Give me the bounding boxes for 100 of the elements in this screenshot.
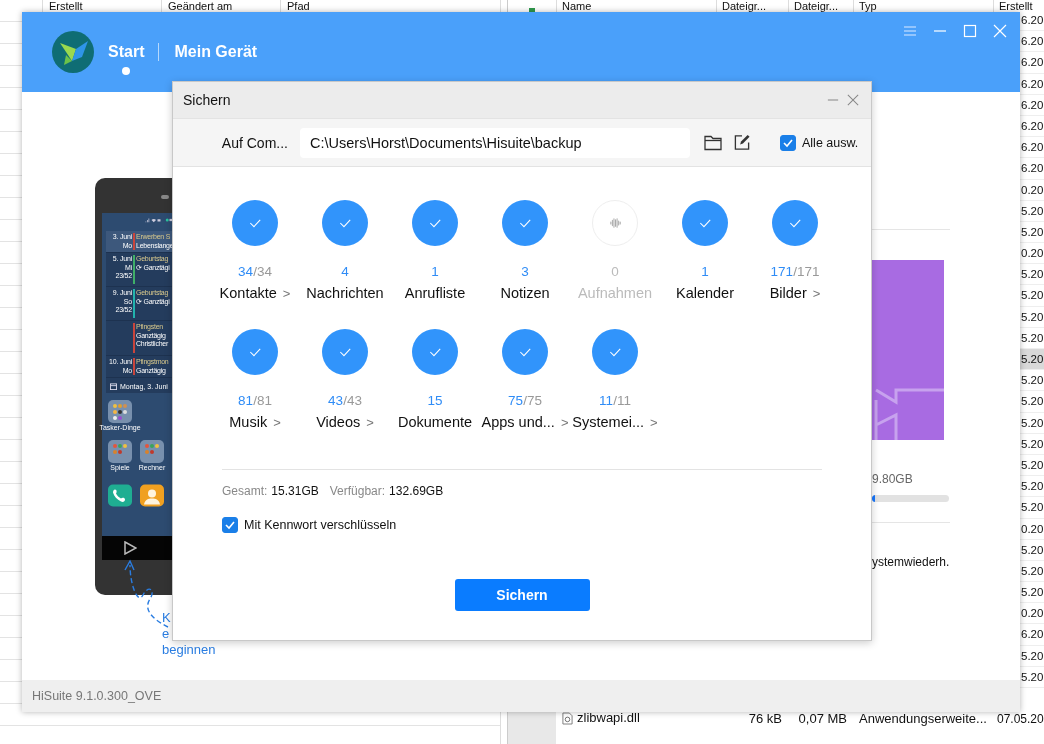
item-count: 1	[701, 264, 709, 280]
item-count: 4	[341, 264, 349, 280]
item-count: 81/81	[238, 393, 272, 409]
column-header: Geändert am	[168, 0, 233, 12]
category-toggle[interactable]	[682, 200, 728, 246]
logo-icon	[52, 31, 94, 73]
category-label: Kontakte	[219, 284, 277, 302]
category-label: Kalender	[675, 284, 734, 302]
column-header: Erstellt	[49, 0, 83, 12]
table-cell: 5.20	[1021, 225, 1044, 238]
chevron-link[interactable]: >	[650, 415, 658, 430]
table-cell: 6.20	[1021, 119, 1044, 132]
category-toggle[interactable]	[322, 329, 368, 375]
table-cell: 6.20	[1021, 56, 1044, 69]
table-cell: 5.20	[1021, 289, 1044, 302]
table-cell: 5.20	[1021, 204, 1044, 217]
total-label: Gesamt:	[222, 484, 268, 498]
table-cell: 5.20	[1021, 458, 1044, 471]
category-toggle[interactable]	[502, 200, 548, 246]
table-cell: 6.20	[1021, 98, 1044, 111]
path-field[interactable]: C:\Users\Horst\Documents\Hisuite\backup	[300, 127, 690, 158]
backup-button[interactable]: Sichern	[454, 579, 590, 611]
table-cell: 5.20	[1021, 416, 1044, 429]
folder-icon[interactable]	[704, 134, 722, 151]
item-count: 1	[431, 264, 439, 280]
table-cell: 5.20	[1021, 670, 1044, 683]
close-icon[interactable]	[847, 94, 859, 106]
column-header[interactable]: Typ	[859, 0, 877, 12]
chevron-link[interactable]: >	[812, 286, 821, 301]
column-header[interactable]: Name	[562, 0, 592, 12]
edit-icon[interactable]	[733, 134, 751, 151]
backup-item: ystemwiederh.	[872, 555, 950, 569]
category-label: Musik	[229, 413, 268, 431]
item-count: 15	[427, 393, 443, 409]
category-toggle[interactable]	[232, 200, 278, 246]
file-icon	[562, 711, 573, 725]
path-label: Auf Com...	[220, 134, 288, 151]
category-toggle[interactable]	[592, 329, 638, 375]
storage-amount: 9.80GB	[872, 472, 913, 486]
category-toggle[interactable]	[772, 200, 818, 246]
category-label: Apps und...	[481, 413, 555, 431]
table-cell: 6.20	[1021, 628, 1044, 641]
table-cell: 5.20	[1021, 480, 1044, 493]
table-cell: 5.20	[1021, 543, 1044, 556]
dialog-title: Sichern	[183, 92, 231, 108]
encrypt-checkbox[interactable]: Mit Kennwort verschlüsseln	[222, 517, 397, 533]
free-value: 132.69GB	[389, 484, 444, 498]
item-count: 43/43	[328, 393, 362, 409]
table-cell: 5.20	[1021, 586, 1044, 599]
column-header[interactable]: Dateigr...	[794, 0, 839, 12]
table-cell: 5.20	[1021, 649, 1044, 662]
hint-text: beginnen	[162, 642, 216, 658]
table-cell: 6.20	[1021, 77, 1044, 90]
table-cell: 5.20	[1021, 437, 1044, 450]
table-cell: 5.20	[1021, 310, 1044, 323]
hint-text: e	[162, 626, 170, 642]
category-toggle[interactable]	[412, 329, 458, 375]
maximize-icon[interactable]	[963, 24, 977, 38]
table-cell: Anwendungserweite...	[859, 711, 987, 726]
category-toggle[interactable]	[232, 329, 278, 375]
table-cell: 5.20	[1021, 353, 1044, 365]
table-cell: 5.20	[1021, 395, 1044, 408]
category-label: Systemei...	[572, 413, 645, 431]
column-header[interactable]: Erstellt	[999, 0, 1033, 12]
calendar-icon	[110, 383, 117, 390]
phone-app-icon[interactable]	[108, 484, 132, 507]
category-label: Nachrichten	[306, 284, 384, 302]
item-count: 11/11	[599, 393, 631, 409]
table-cell: 07.05.20	[997, 712, 1044, 726]
table-cell: 6.20	[1021, 35, 1044, 48]
category-label: Notizen	[500, 284, 550, 302]
table-cell: 5.20	[1021, 564, 1044, 577]
folder-icon[interactable]	[108, 400, 132, 423]
table-cell: 0,07 MB	[798, 711, 847, 726]
chevron-link[interactable]: >	[560, 415, 569, 430]
table-cell: 5.20	[1021, 501, 1044, 514]
column-header[interactable]: Dateigr...	[722, 0, 767, 12]
chevron-link[interactable]: >	[366, 415, 374, 430]
table-cell: 6.20	[1021, 14, 1044, 26]
item-count: 3	[521, 264, 529, 280]
category-label: Bilder	[769, 284, 807, 302]
table-cell: 0.20	[1021, 247, 1044, 260]
select-all-checkbox[interactable]: Alle ausw.	[780, 134, 859, 151]
table-cell: 0.20	[1021, 607, 1044, 620]
column-header: Pfad	[287, 0, 310, 12]
category-label: Aufnahmen	[577, 284, 653, 302]
play-icon[interactable]	[123, 541, 137, 555]
category-toggle[interactable]	[502, 329, 548, 375]
version-label: HiSuite 9.1.0.300_OVE	[32, 689, 162, 703]
table-row[interactable]: 5.20	[1020, 349, 1044, 371]
item-count: 0	[611, 264, 619, 280]
table-cell: 0.20	[1021, 522, 1044, 535]
contacts-app-icon[interactable]	[140, 484, 164, 507]
category-toggle[interactable]	[412, 200, 458, 246]
chevron-link[interactable]: >	[282, 286, 291, 301]
item-count: 34/34	[238, 264, 272, 280]
item-count: 171/171	[770, 264, 820, 280]
category-toggle[interactable]	[322, 200, 368, 246]
chevron-link[interactable]: >	[273, 415, 281, 430]
category-label: Videos	[316, 413, 361, 431]
